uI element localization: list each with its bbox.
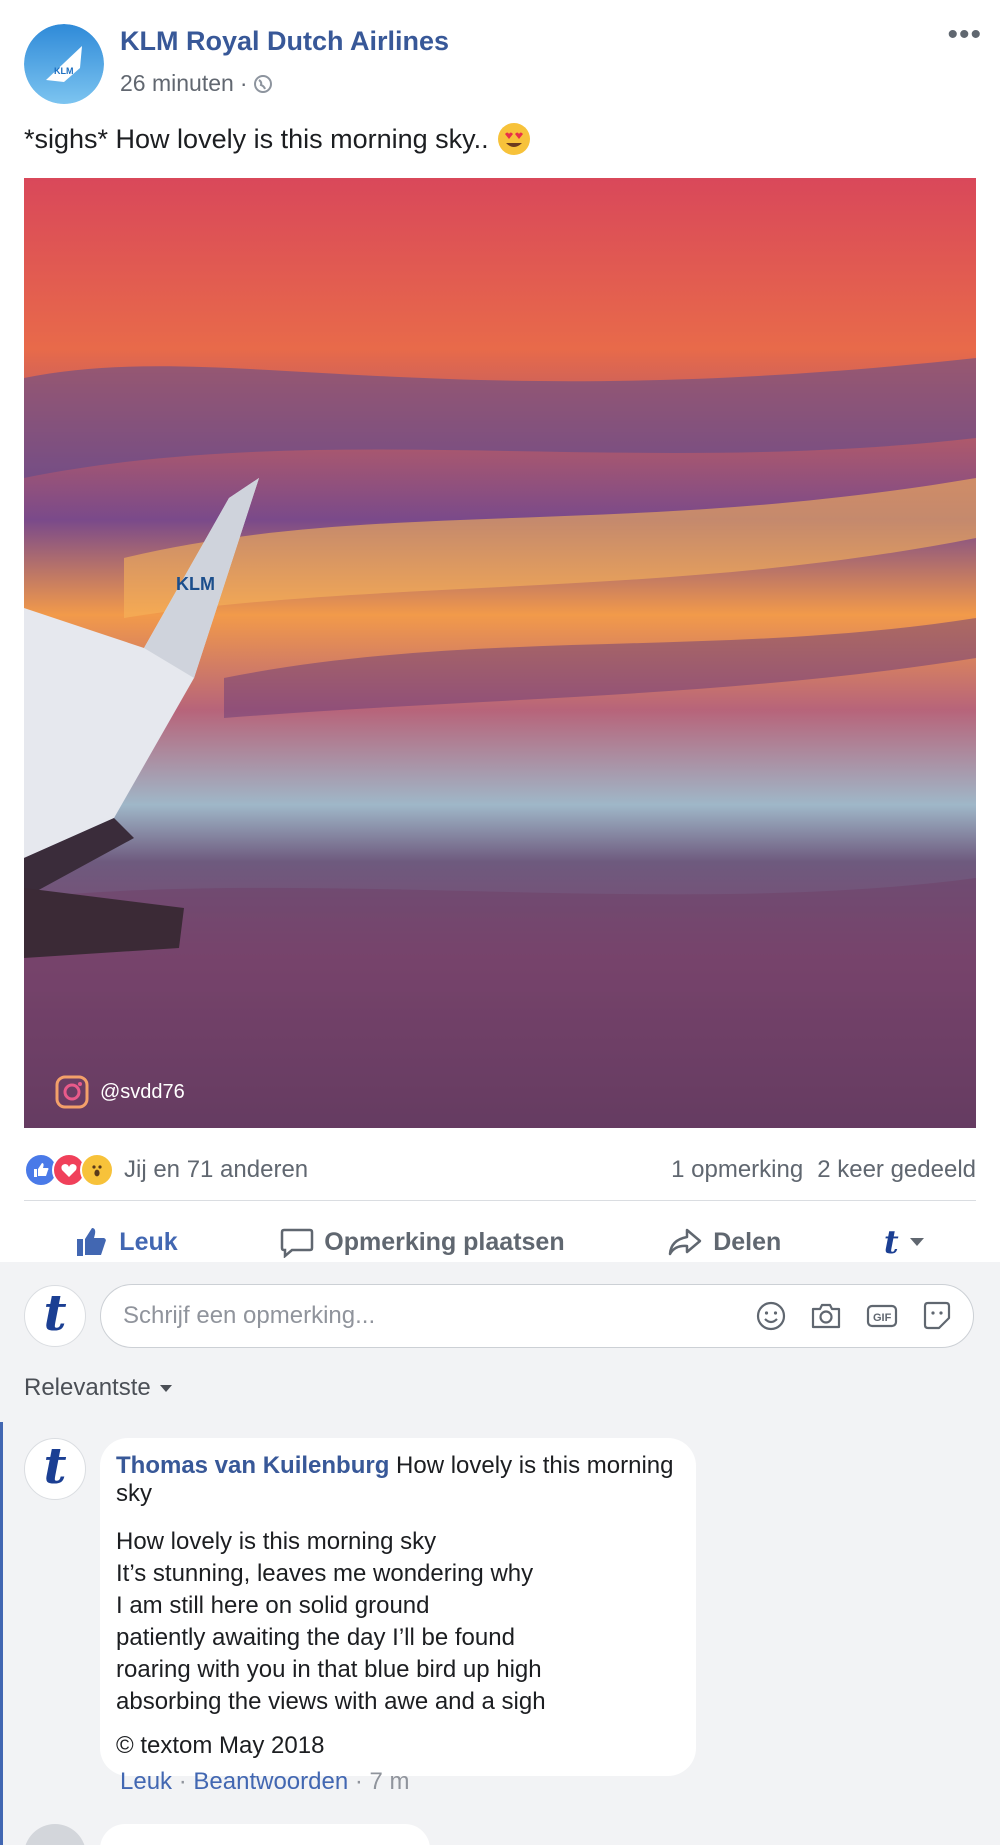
next-comment-bubble (100, 1824, 430, 1845)
post-meta: 26 minuten · (120, 70, 273, 97)
share-label: Delen (713, 1227, 782, 1256)
caret-down-icon (159, 1384, 172, 1392)
engagement-counts: 1 opmerking 2 keer gedeeld (671, 1156, 976, 1184)
comment-button[interactable]: Opmerking plaatsen (280, 1226, 565, 1258)
poem-line: absorbing the views with awe and a sigh (116, 1688, 546, 1715)
comment-icon (281, 1228, 314, 1258)
emoji-icon[interactable] (755, 1300, 787, 1332)
comment-copyright: © textom May 2018 (116, 1732, 325, 1759)
gif-icon[interactable]: GIF (865, 1300, 899, 1332)
user-avatar[interactable]: t (24, 1285, 86, 1347)
sticker-icon[interactable] (921, 1300, 953, 1332)
comment-composer: t Schrijf een opmerking... GIF (24, 1284, 974, 1348)
commenter-avatar[interactable]: t (24, 1438, 86, 1500)
poem-line: I am still here on solid ground (116, 1592, 430, 1619)
camera-icon[interactable] (809, 1300, 843, 1332)
comment-header: Thomas van Kuilenburg How lovely is this… (116, 1452, 676, 1508)
thumbs-up-icon (77, 1228, 107, 1256)
separator: · (354, 1768, 363, 1795)
post-stats: Jij en 71 anderen 1 opmerking 2 keer ged… (24, 1152, 976, 1188)
comment: t Thomas van Kuilenburg How lovely is th… (24, 1438, 696, 1776)
like-label: Leuk (119, 1227, 178, 1256)
sort-dropdown[interactable]: Relevantste (24, 1374, 173, 1402)
poem-line: It’s stunning, leaves me wondering why (116, 1560, 534, 1587)
wow-reaction-icon (80, 1153, 114, 1187)
photo-credit-text: @svdd76 (100, 1080, 185, 1103)
comment-body: How lovely is this morning sky It’s stun… (116, 1526, 676, 1718)
page-name[interactable]: KLM Royal Dutch Airlines (120, 26, 449, 57)
comments-section: t Schrijf een opmerking... GIF Relevants… (0, 1262, 1000, 1845)
page-avatar[interactable]: KLM (24, 24, 104, 104)
post-caption: *sighs* How lovely is this morning sky.. (24, 122, 531, 156)
comment-placeholder: Schrijf een opmerking... (123, 1302, 376, 1329)
like-button[interactable]: Leuk (75, 1226, 178, 1258)
svg-text:KLM: KLM (54, 66, 74, 76)
divider (24, 1200, 976, 1201)
post-time[interactable]: 26 minuten (120, 70, 234, 97)
post-photo[interactable]: KLM @svdd76 (24, 178, 976, 1128)
comment-input[interactable]: Schrijf een opmerking... GIF (100, 1284, 974, 1348)
poem-line: roaring with you in that blue bird up hi… (116, 1656, 542, 1683)
chevron-down-icon (909, 1238, 924, 1246)
share-arrow-icon (668, 1228, 702, 1256)
comment-bubble: Thomas van Kuilenburg How lovely is this… (100, 1438, 696, 1776)
photo-credit: @svdd76 (54, 1074, 185, 1110)
post-actions: Leuk Opmerking plaatsen Delen t (24, 1222, 976, 1262)
globe-icon[interactable] (253, 74, 273, 94)
next-comment-avatar[interactable] (24, 1824, 86, 1845)
meta-separator: · (239, 70, 248, 96)
thread-highlight (0, 1422, 3, 1845)
composer-tools: GIF (755, 1300, 953, 1332)
reaction-count[interactable]: Jij en 71 anderen (124, 1156, 308, 1184)
commenter-name[interactable]: Thomas van Kuilenburg (116, 1452, 389, 1479)
poem-line: patiently awaiting the day I’ll be found (116, 1624, 515, 1651)
share-button[interactable]: Delen (667, 1226, 781, 1258)
separator: · (178, 1768, 187, 1795)
comment-time[interactable]: 7 m (370, 1768, 410, 1795)
poem-line: How lovely is this morning sky (116, 1528, 437, 1555)
reaction-summary[interactable]: Jij en 71 anderen (24, 1153, 308, 1187)
comment-count[interactable]: 1 opmerking (671, 1156, 803, 1184)
textom-avatar-small-icon: t (883, 1223, 899, 1261)
comment-label: Opmerking plaatsen (324, 1227, 565, 1256)
more-options-icon[interactable]: ••• (947, 18, 982, 52)
comment-reply-link[interactable]: Beantwoorden (193, 1768, 348, 1795)
comment-like-link[interactable]: Leuk (120, 1768, 172, 1795)
photo-tail-logo: KLM (176, 574, 215, 594)
post: KLM KLM Royal Dutch Airlines 26 minuten … (0, 0, 1000, 1262)
instagram-icon (55, 1075, 89, 1109)
share-count[interactable]: 2 keer gedeeld (817, 1156, 976, 1184)
comment-actions: Leuk · Beantwoorden · 7 m (120, 1768, 410, 1796)
post-as-selector[interactable]: t (884, 1223, 925, 1261)
sort-label: Relevantste (24, 1374, 151, 1401)
heart-eyes-emoji-icon (497, 123, 530, 155)
svg-text:GIF: GIF (873, 1312, 892, 1324)
caption-text: *sighs* How lovely is this morning sky.. (24, 123, 489, 154)
